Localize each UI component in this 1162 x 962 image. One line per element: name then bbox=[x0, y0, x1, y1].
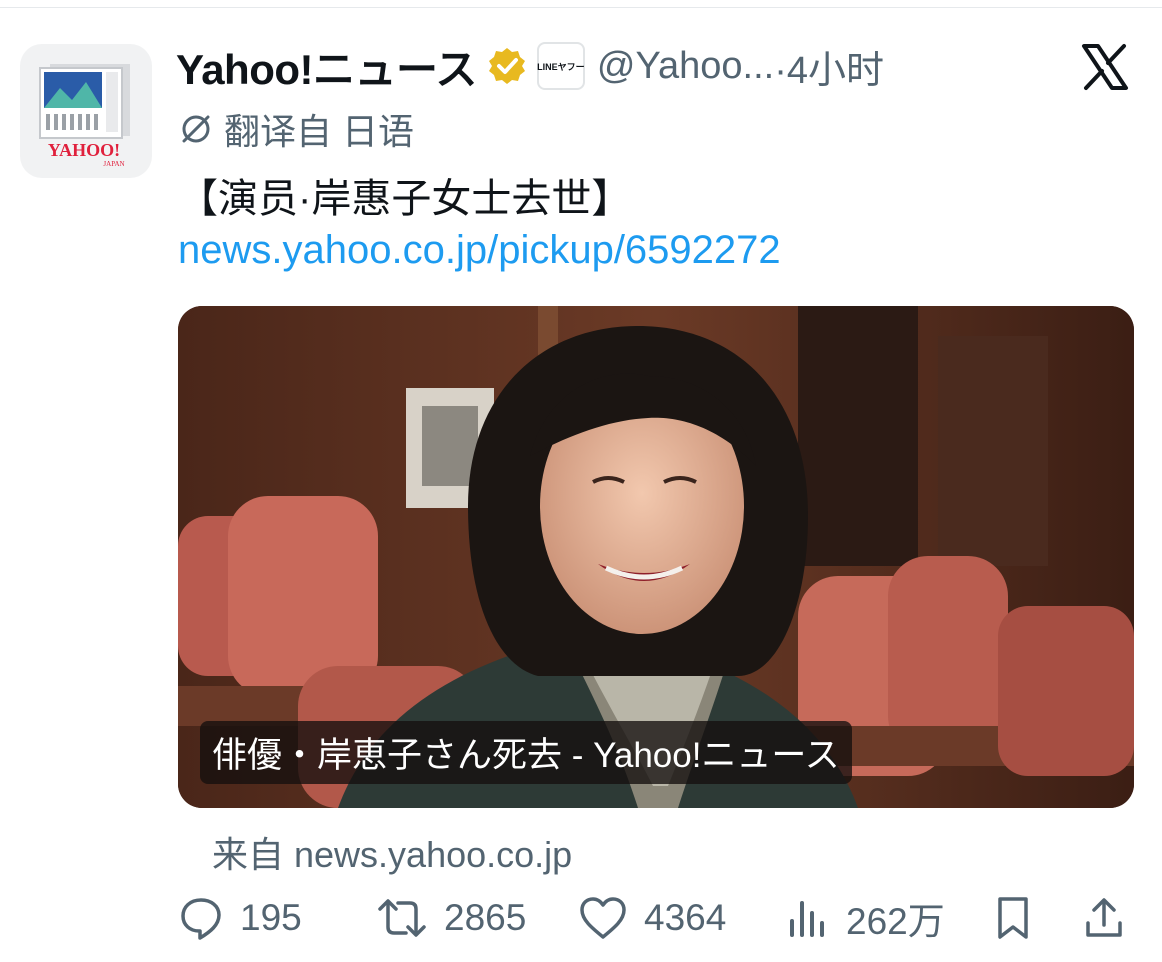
post-time[interactable]: ·4小时 bbox=[774, 39, 884, 94]
views-chart-icon bbox=[790, 901, 824, 937]
affiliate-badge[interactable]: LINEヤフー bbox=[536, 42, 585, 90]
like-button[interactable]: 4364 bbox=[578, 888, 726, 948]
author-name[interactable]: Yahoo!ニュース bbox=[176, 36, 477, 97]
link-card[interactable]: 俳優・岸恵子さん死去 - Yahoo!ニュース bbox=[178, 306, 1134, 808]
avatar-logo-subtext: JAPAN bbox=[103, 160, 124, 168]
avatar-logo-text: YAHOO! bbox=[48, 140, 120, 160]
repost-icon bbox=[378, 899, 426, 937]
translate-icon bbox=[182, 115, 210, 143]
post-link[interactable]: news.yahoo.co.jp/pickup/6592272 bbox=[178, 228, 781, 273]
reply-button[interactable]: 195 bbox=[178, 888, 302, 948]
repost-count: 2865 bbox=[444, 897, 527, 938]
share-button[interactable] bbox=[1082, 888, 1142, 948]
like-count: 4364 bbox=[644, 897, 727, 938]
reply-icon bbox=[181, 898, 221, 940]
view-count: 262万 bbox=[846, 901, 945, 942]
share-icon bbox=[1086, 898, 1122, 937]
post-text: 【演员·岸惠子女士去世】 bbox=[178, 177, 632, 221]
bookmark-button[interactable] bbox=[992, 888, 1050, 948]
heart-icon bbox=[580, 897, 626, 939]
top-divider bbox=[0, 0, 1162, 8]
bookmark-icon bbox=[998, 897, 1028, 939]
x-logo-icon bbox=[1080, 42, 1130, 92]
card-caption: 俳優・岸恵子さん死去 - Yahoo!ニュース bbox=[200, 721, 852, 784]
repost-button[interactable]: 2865 bbox=[376, 888, 526, 948]
translation-note[interactable]: 翻译自 日语 bbox=[178, 106, 414, 152]
author-handle[interactable]: @Yahoo... bbox=[597, 45, 774, 88]
views-button[interactable]: 262万 bbox=[786, 888, 945, 948]
action-bar: 195 2865 4364 262万 bbox=[178, 888, 1138, 948]
verified-badge-icon bbox=[487, 46, 527, 86]
post-header: Yahoo!ニュース LINEヤフー @Yahoo... ·4小时 bbox=[176, 36, 884, 96]
author-avatar[interactable]: YAHOO! JAPAN bbox=[20, 44, 152, 178]
reply-count: 195 bbox=[240, 897, 302, 938]
translation-note-text: 翻译自 日语 bbox=[224, 111, 415, 152]
card-source[interactable]: 来自 news.yahoo.co.jp bbox=[212, 826, 572, 878]
